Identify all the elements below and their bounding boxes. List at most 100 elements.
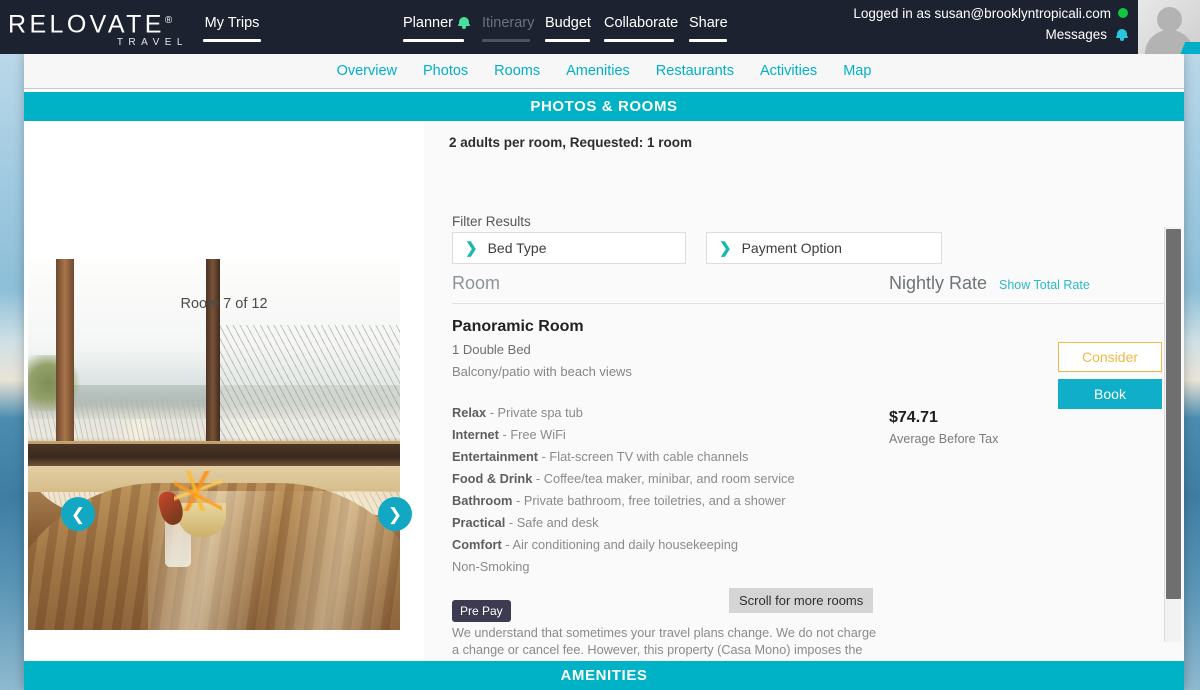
room-photo bbox=[28, 259, 400, 630]
nav-underline bbox=[403, 39, 464, 42]
nav-underline bbox=[689, 39, 727, 42]
list-item: Practical - Safe and desk bbox=[452, 515, 599, 530]
tab-map[interactable]: Map bbox=[843, 63, 871, 79]
list-item: Food & Drink - Coffee/tea maker, minibar… bbox=[452, 471, 795, 486]
room-price: $74.71 bbox=[889, 409, 938, 426]
nav-collaborate-label: Collaborate bbox=[604, 15, 679, 31]
amenity-label: Food & Drink bbox=[452, 471, 533, 486]
photo-gallery: Room 7 of 12 ❮ ❯ bbox=[24, 121, 424, 661]
room-bed-type: 1 Double Bed bbox=[452, 342, 531, 357]
amenity-value: Air conditioning and daily housekeeping bbox=[512, 537, 738, 552]
photos-and-rooms-modal: Overview Photos Rooms Amenities Restaura… bbox=[24, 54, 1184, 690]
room-view-description: Balcony/patio with beach views bbox=[452, 364, 632, 379]
column-header-nightly-rate: Nightly Rate bbox=[889, 273, 988, 293]
nav-underline bbox=[545, 39, 590, 42]
amenity-value: Private spa tub bbox=[497, 405, 583, 420]
chevron-left-icon[interactable]: ❮ bbox=[61, 497, 95, 531]
account-info: Logged in as susan@brooklyntropicali.com… bbox=[853, 6, 1128, 42]
list-item: Entertainment - Flat-screen TV with cabl… bbox=[452, 449, 749, 464]
registered-mark: ® bbox=[164, 15, 173, 26]
amenity-label: Relax bbox=[452, 405, 487, 420]
nav-share-label: Share bbox=[689, 15, 728, 31]
consider-button[interactable]: Consider bbox=[1058, 342, 1162, 372]
tab-amenities[interactable]: Amenities bbox=[566, 63, 630, 79]
nav-budget-label: Budget bbox=[545, 15, 591, 31]
amenity-value: Free WiFi bbox=[510, 427, 566, 442]
photo-flower bbox=[174, 471, 222, 511]
nav-my-trips-label: My Trips bbox=[204, 15, 260, 31]
list-item: Bathroom - Private bathroom, free toilet… bbox=[452, 493, 786, 508]
nav-underline bbox=[604, 39, 674, 42]
photo-window-frame bbox=[28, 444, 400, 468]
chevron-right-icon: ❯ bbox=[465, 239, 478, 257]
tab-restaurants[interactable]: Restaurants bbox=[656, 63, 734, 79]
room-list-scrollbar-track[interactable] bbox=[1164, 227, 1181, 642]
nav-planner[interactable]: Planner bbox=[403, 15, 470, 42]
brand-tagline: TRAVEL bbox=[116, 37, 188, 49]
nav-planner-label: Planner bbox=[403, 15, 453, 31]
bell-icon[interactable] bbox=[1116, 28, 1128, 41]
messages-link[interactable]: Messages bbox=[853, 27, 1128, 42]
chevron-right-icon[interactable]: ❯ bbox=[378, 497, 412, 531]
background-left-strip bbox=[0, 44, 24, 690]
brand-wordmark: RELOVATE® bbox=[8, 7, 198, 38]
nav-itinerary-label: Itinerary bbox=[482, 15, 535, 31]
app-root: RELOVATE® TRAVEL My Trips Planner Itiner… bbox=[0, 0, 1200, 690]
nav-collaborate[interactable]: Collaborate bbox=[604, 15, 678, 42]
amenity-label: Internet bbox=[452, 427, 499, 442]
tab-rooms[interactable]: Rooms bbox=[494, 63, 540, 79]
room-amenity-list: Relax - Private spa tub Internet - Free … bbox=[452, 402, 972, 578]
occupancy-summary: 2 adults per room, Requested: 1 room bbox=[449, 135, 693, 150]
bell-icon bbox=[457, 16, 470, 29]
photo-post-middle bbox=[206, 259, 220, 459]
scroll-hint-tooltip: Scroll for more rooms bbox=[729, 588, 874, 613]
amenity-value: Safe and desk bbox=[516, 515, 599, 530]
filter-results-label: Filter Results bbox=[452, 214, 531, 229]
tab-overview[interactable]: Overview bbox=[337, 63, 397, 79]
nav-my-trips[interactable]: My Trips bbox=[203, 15, 261, 42]
avatar-head bbox=[1157, 7, 1182, 32]
online-status-dot bbox=[1118, 8, 1128, 18]
amenity-value: Coffee/tea maker, minibar, and room serv… bbox=[543, 471, 795, 486]
avatar[interactable] bbox=[1138, 0, 1200, 54]
gallery-caption: Room 7 of 12 bbox=[180, 296, 268, 312]
nav-share[interactable]: Share bbox=[689, 15, 728, 42]
room-smoking-policy: Non-Smoking bbox=[452, 559, 530, 574]
filter-bed-type[interactable]: ❯ Bed Type bbox=[452, 232, 686, 264]
filter-bed-type-label: Bed Type bbox=[487, 240, 547, 256]
brand-name: RELOVATE bbox=[8, 10, 165, 39]
room-price-note: Average Before Tax bbox=[889, 432, 999, 446]
amenity-value: Private bathroom, free toiletries, and a… bbox=[523, 493, 786, 508]
header-divider bbox=[452, 303, 1174, 304]
nav-underline bbox=[482, 39, 530, 42]
amenity-label: Comfort bbox=[452, 537, 502, 552]
book-button[interactable]: Book bbox=[1058, 379, 1162, 409]
show-total-rate-link[interactable]: Show Total Rate bbox=[999, 278, 1090, 292]
section-header-amenities: AMENITIES bbox=[24, 661, 1184, 690]
logged-in-as: Logged in as susan@brooklyntropicali.com bbox=[853, 6, 1128, 21]
section-header-photos-rooms: PHOTOS & ROOMS bbox=[24, 92, 1184, 121]
chevron-right-icon: ❯ bbox=[719, 239, 732, 257]
nav-budget[interactable]: Budget bbox=[545, 15, 591, 42]
filter-payment-option[interactable]: ❯ Payment Option bbox=[706, 232, 942, 264]
amenity-label: Bathroom bbox=[452, 493, 513, 508]
tab-photos[interactable]: Photos bbox=[423, 63, 468, 79]
room-title: Panoramic Room bbox=[452, 318, 584, 335]
tab-activities[interactable]: Activities bbox=[760, 63, 817, 79]
brand-logo[interactable]: RELOVATE® TRAVEL bbox=[8, 7, 198, 49]
nav-itinerary[interactable]: Itinerary bbox=[482, 15, 534, 42]
top-navigation-bar: RELOVATE® TRAVEL My Trips Planner Itiner… bbox=[0, 0, 1200, 54]
photo-post-left bbox=[56, 259, 74, 449]
status-badge: Pre Pay bbox=[452, 600, 511, 622]
room-results-panel: 2 adults per room, Requested: 1 room Fil… bbox=[424, 121, 1184, 690]
gallery-image-frame bbox=[28, 259, 400, 630]
amenity-value: Flat-screen TV with cable channels bbox=[549, 449, 749, 464]
column-header-room: Room bbox=[452, 273, 501, 293]
amenity-label: Practical bbox=[452, 515, 506, 530]
list-item: Comfort - Air conditioning and daily hou… bbox=[452, 537, 738, 552]
property-tab-bar: Overview Photos Rooms Amenities Restaura… bbox=[24, 54, 1184, 89]
messages-label: Messages bbox=[1045, 27, 1107, 42]
amenity-label: Entertainment bbox=[452, 449, 539, 464]
nav-underline bbox=[203, 39, 261, 42]
room-list-scrollbar-thumb[interactable] bbox=[1166, 229, 1181, 599]
